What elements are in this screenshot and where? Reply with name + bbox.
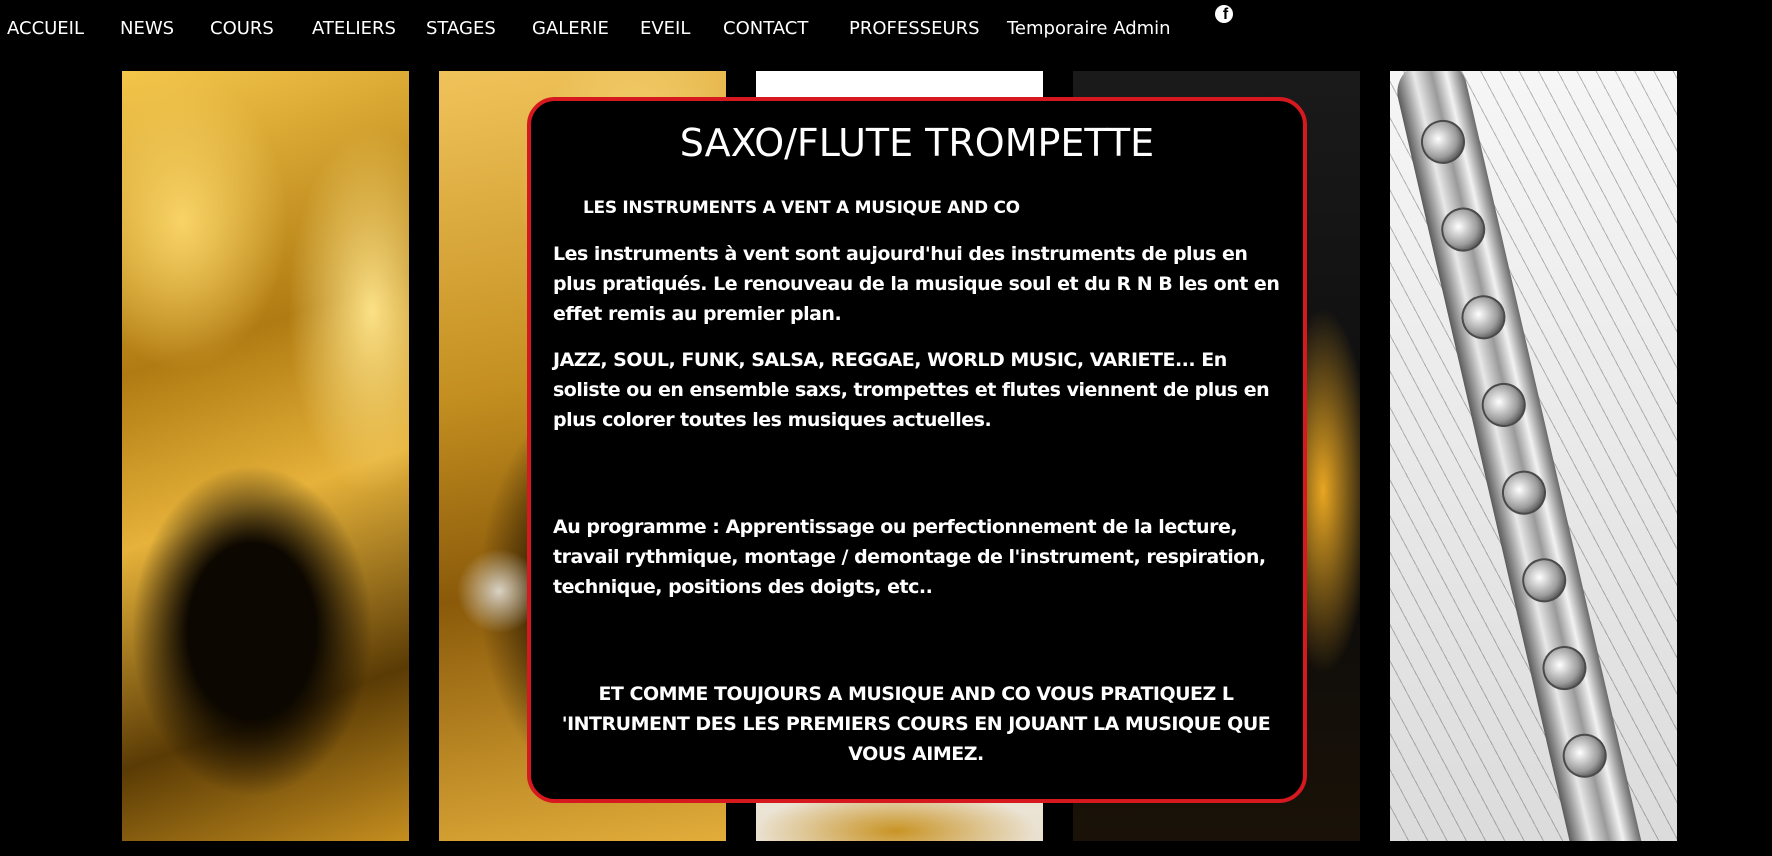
nav-item-stages[interactable]: STAGES <box>426 18 496 39</box>
nav-item-news[interactable]: NEWS <box>120 18 174 39</box>
main-navigation: ACCUEIL NEWS COURS ATELIERS STAGES GALER… <box>0 0 1772 62</box>
nav-item-temporaire-admin[interactable]: Temporaire Admin <box>1007 18 1171 39</box>
facebook-glyph: f <box>1222 6 1229 23</box>
content-card: SAXO/FLUTE TROMPETTE LES INSTRUMENTS A V… <box>527 97 1307 803</box>
program-paragraph: Au programme : Apprentissage ou perfecti… <box>553 516 1266 598</box>
page-title: SAXO/FLUTE TROMPETTE <box>679 121 1155 165</box>
intro-paragraph: Les instruments à vent sont aujourd'hui … <box>553 243 1280 325</box>
nav-item-galerie[interactable]: GALERIE <box>532 18 609 39</box>
flute-shape <box>1391 71 1649 841</box>
flute-sheet-music-photo <box>1390 71 1677 841</box>
styles-paragraph: JAZZ, SOUL, FUNK, SALSA, REGGAE, WORLD M… <box>553 349 1270 431</box>
nav-item-accueil[interactable]: ACCUEIL <box>7 18 84 39</box>
saxophone-photo <box>122 71 409 841</box>
closing-paragraph: ET COMME TOUJOURS A MUSIQUE AND CO VOUS … <box>561 683 1271 765</box>
card-subtitle: LES INSTRUMENTS A VENT A MUSIQUE AND CO <box>583 198 1020 218</box>
nav-item-contact[interactable]: CONTACT <box>723 18 808 39</box>
nav-item-ateliers[interactable]: ATELIERS <box>312 18 396 39</box>
nav-item-cours[interactable]: COURS <box>210 18 274 39</box>
nav-item-professeurs[interactable]: PROFESSEURS <box>849 18 980 39</box>
facebook-icon[interactable]: f <box>1215 5 1233 23</box>
nav-item-eveil[interactable]: EVEIL <box>640 18 690 39</box>
